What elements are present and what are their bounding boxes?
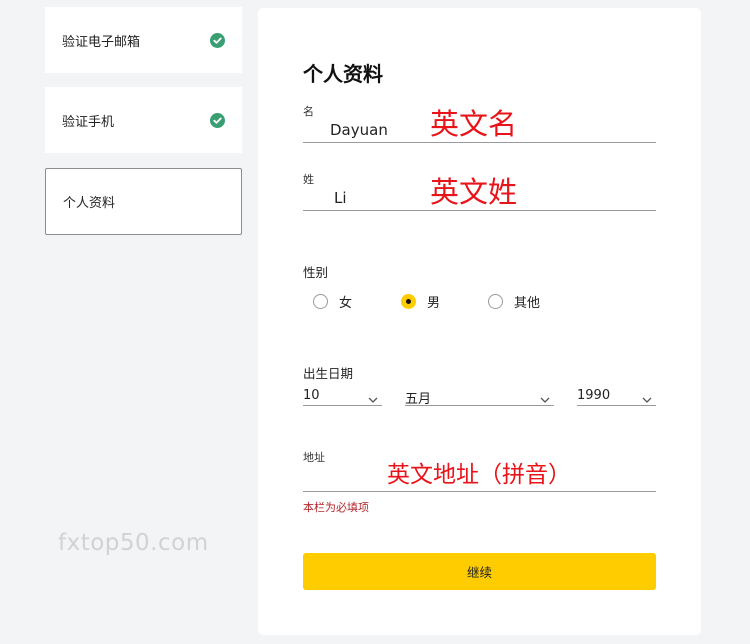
- birth-year-value: 1990: [577, 388, 611, 403]
- birth-month-value: 五月: [405, 392, 432, 407]
- birth-day-select[interactable]: 10: [303, 388, 382, 406]
- radio-label: 女: [339, 296, 353, 311]
- gender-option-female[interactable]: 女: [313, 292, 352, 311]
- radio-button-selected[interactable]: [401, 294, 416, 309]
- chevron-down-icon: [368, 392, 378, 407]
- step-label: 个人资料: [63, 196, 116, 211]
- step-verify-email[interactable]: 验证电子邮箱: [45, 7, 242, 73]
- step-label: 验证手机: [62, 114, 115, 130]
- gender-option-male[interactable]: 男: [401, 292, 440, 311]
- watermark: fxtop50.com: [58, 530, 209, 556]
- personal-info-card: 个人资料 名 Dayuan 英文名 姓 Li 英文姓 性别 女 男 其他 出生日…: [258, 8, 701, 635]
- birth-month-select[interactable]: 五月: [405, 388, 554, 407]
- address-error-message: 本栏为必填项: [303, 501, 369, 514]
- gender-option-other[interactable]: 其他: [488, 292, 540, 311]
- birth-date-label: 出生日期: [303, 366, 354, 381]
- radio-button[interactable]: [313, 294, 328, 309]
- radio-button[interactable]: [488, 294, 503, 309]
- last-name-value: Li: [334, 189, 347, 207]
- address-annotation: 英文地址（拼音）: [387, 462, 571, 488]
- birth-year-select[interactable]: 1990: [577, 388, 656, 406]
- chevron-down-icon: [540, 392, 550, 407]
- continue-button[interactable]: 继续: [303, 553, 656, 590]
- last-name-annotation: 英文姓: [430, 175, 518, 209]
- check-circle-icon: [210, 33, 225, 48]
- first-name-value: Dayuan: [330, 121, 388, 139]
- gender-label: 性别: [303, 265, 329, 280]
- page-title: 个人资料: [303, 62, 383, 86]
- birth-day-value: 10: [303, 388, 320, 403]
- step-verify-phone[interactable]: 验证手机: [45, 87, 242, 153]
- step-label: 验证电子邮箱: [62, 34, 141, 50]
- address-label: 地址: [303, 451, 325, 464]
- first-name-annotation: 英文名: [430, 107, 518, 141]
- radio-label: 其他: [514, 296, 541, 311]
- radio-label: 男: [427, 296, 441, 311]
- check-circle-icon: [210, 113, 225, 128]
- chevron-down-icon: [642, 392, 652, 407]
- step-personal-info[interactable]: 个人资料: [45, 168, 242, 235]
